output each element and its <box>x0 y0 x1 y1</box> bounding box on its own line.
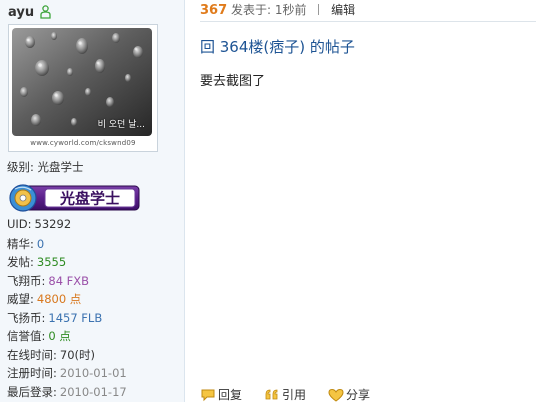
stat-label: 在线时间: <box>7 347 57 362</box>
stat-row: 注册时间: 2010-01-01 <box>7 365 127 381</box>
quote-icon <box>265 389 278 399</box>
avatar[interactable]: 비 오던 날... www.cyworld.com/ckswnd09 <box>8 24 158 152</box>
reply-button[interactable]: 回复 <box>200 386 242 403</box>
reply-icon <box>201 389 215 401</box>
stat-value: 1457 FLB <box>48 310 103 325</box>
stat-label: 最后登录: <box>7 384 57 399</box>
level-label: 级别: <box>7 160 34 174</box>
stat-row: 发帖: 3555 <box>7 254 66 270</box>
avatar-overlay-text: 비 오던 날... <box>97 120 145 130</box>
stat-value: 70(时) <box>59 347 95 362</box>
stat-value: 0 点 <box>48 329 71 343</box>
username[interactable]: ayu <box>8 5 34 20</box>
stat-label: 信誉值: <box>7 329 46 343</box>
username-row: ayu <box>8 3 51 21</box>
reply-label: 回复 <box>218 388 243 402</box>
meta-divider-line <box>200 21 536 22</box>
posted-time: 发表于: 1秒前 <box>230 3 307 17</box>
post-body: 要去截图了 <box>200 74 266 89</box>
stat-label: 注册时间: <box>7 366 57 380</box>
post-meta: 367 发表于: 1秒前 编辑 <box>200 1 355 18</box>
stat-row: 飞扬币: 1457 FLB <box>7 310 102 326</box>
post-content: 367 发表于: 1秒前 编辑 回 364楼(痞子) 的帖子 要去截图了 回复 … <box>200 0 536 402</box>
quote-button[interactable]: 引用 <box>264 386 306 403</box>
post-actions: 回复 引用 分享 <box>200 386 392 403</box>
stat-value: 53292 <box>34 217 72 231</box>
level-value: 光盘学士 <box>37 160 84 174</box>
stat-row: 精华: 0 <box>7 236 44 252</box>
stat-label: 飞翔币: <box>7 273 46 288</box>
badge-text: 光盘学士 <box>59 190 120 208</box>
level-line: 级别: 光盘学士 <box>7 159 84 175</box>
level-badge: 光盘学士 <box>9 184 140 212</box>
share-button[interactable]: 分享 <box>328 386 370 403</box>
stat-row: 信誉值: 0 点 <box>7 328 71 344</box>
stat-label: UID: <box>7 217 32 231</box>
stat-row: 最后登录: 2010-01-17 <box>7 384 127 400</box>
stat-label: 精华: <box>7 236 34 251</box>
stat-row: 飞翔币: 84 FXB <box>7 273 89 289</box>
edit-link[interactable]: 编辑 <box>331 3 355 17</box>
avatar-caption: www.cyworld.com/ckswnd09 <box>30 139 136 147</box>
stat-value: 0 <box>36 236 45 251</box>
stat-row: UID: 53292 <box>7 217 71 231</box>
stat-value: 84 FXB <box>48 273 90 288</box>
floor-number[interactable]: 367 <box>200 3 227 18</box>
stat-label: 飞扬币: <box>7 310 46 325</box>
share-label: 分享 <box>346 388 371 402</box>
stat-value: 2010-01-17 <box>59 384 127 399</box>
user-sidebar: ayu 비 오던 날... www.cyworld.com/ckswnd09 级… <box>0 0 185 402</box>
stat-value: 4800 点 <box>36 292 82 306</box>
stat-label: 威望: <box>7 292 34 306</box>
stat-label: 发帖: <box>7 255 34 269</box>
post-title: 回 364楼(痞子) 的帖子 <box>200 38 355 56</box>
stat-value: 2010-01-01 <box>59 366 127 380</box>
quote-label: 引用 <box>282 388 307 402</box>
online-user-icon <box>40 5 51 19</box>
stat-row: 威望: 4800 点 <box>7 291 81 307</box>
stat-value: 3555 <box>36 255 67 269</box>
meta-divider <box>318 4 320 15</box>
stat-row: 在线时间: 70(时) <box>7 347 95 363</box>
share-icon <box>328 388 344 402</box>
